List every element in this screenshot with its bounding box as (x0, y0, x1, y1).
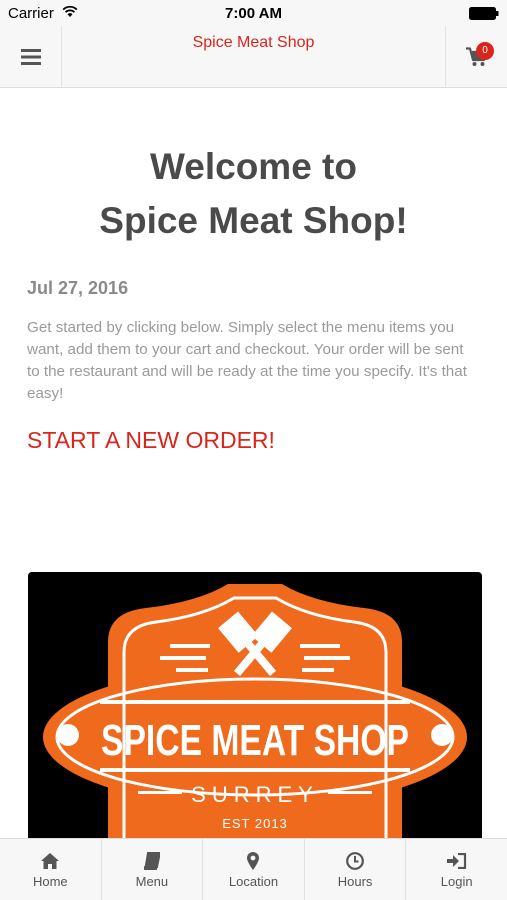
sign-in-icon (446, 853, 466, 869)
tab-location[interactable]: Location (203, 839, 305, 900)
home-icon (41, 853, 60, 869)
cart-count-badge: 0 (476, 42, 494, 60)
start-new-order-link[interactable]: START A NEW ORDER! (27, 427, 275, 454)
welcome-heading: Welcome to Spice Meat Shop! (0, 140, 507, 248)
logo-name: SPICE MEAT SHOP (101, 716, 409, 765)
tab-login-label: Login (440, 874, 473, 889)
tab-home-label: Home (32, 874, 68, 889)
logo-city: SURREY (191, 782, 319, 807)
tab-home[interactable]: Home (0, 839, 102, 900)
welcome-line-2: Spice Meat Shop! (99, 200, 408, 241)
top-nav: Spice Meat Shop 0 (0, 26, 507, 88)
tab-location-label: Location (228, 874, 279, 889)
shop-logo: SPICE MEAT SHOP SURREY EST 2013 (28, 572, 482, 840)
tab-menu[interactable]: Menu (102, 839, 204, 900)
battery-icon (469, 7, 499, 20)
clock-icon (346, 852, 364, 870)
bottom-tab-bar: Home Menu Location Hours Login (0, 838, 507, 900)
cart-button[interactable]: 0 (445, 26, 507, 88)
tab-hours[interactable]: Hours (305, 839, 407, 900)
map-pin-icon (247, 852, 260, 870)
intro-text: Get started by clicking below. Simply se… (27, 319, 467, 402)
tab-login[interactable]: Login (406, 839, 507, 900)
status-bar: Carrier 7:00 AM (0, 0, 507, 26)
welcome-line-1: Welcome to (150, 146, 357, 187)
tab-hours-label: Hours (337, 874, 373, 889)
book-icon (143, 852, 160, 870)
logo-est: EST 2013 (222, 816, 288, 831)
clock-time: 7:00 AM (225, 5, 282, 22)
tab-menu-label: Menu (135, 874, 169, 889)
post-date: Jul 27, 2016 (27, 278, 129, 298)
page-title: Spice Meat Shop (192, 34, 315, 51)
hamburger-icon (20, 49, 41, 65)
hamburger-menu-button[interactable] (0, 26, 62, 88)
